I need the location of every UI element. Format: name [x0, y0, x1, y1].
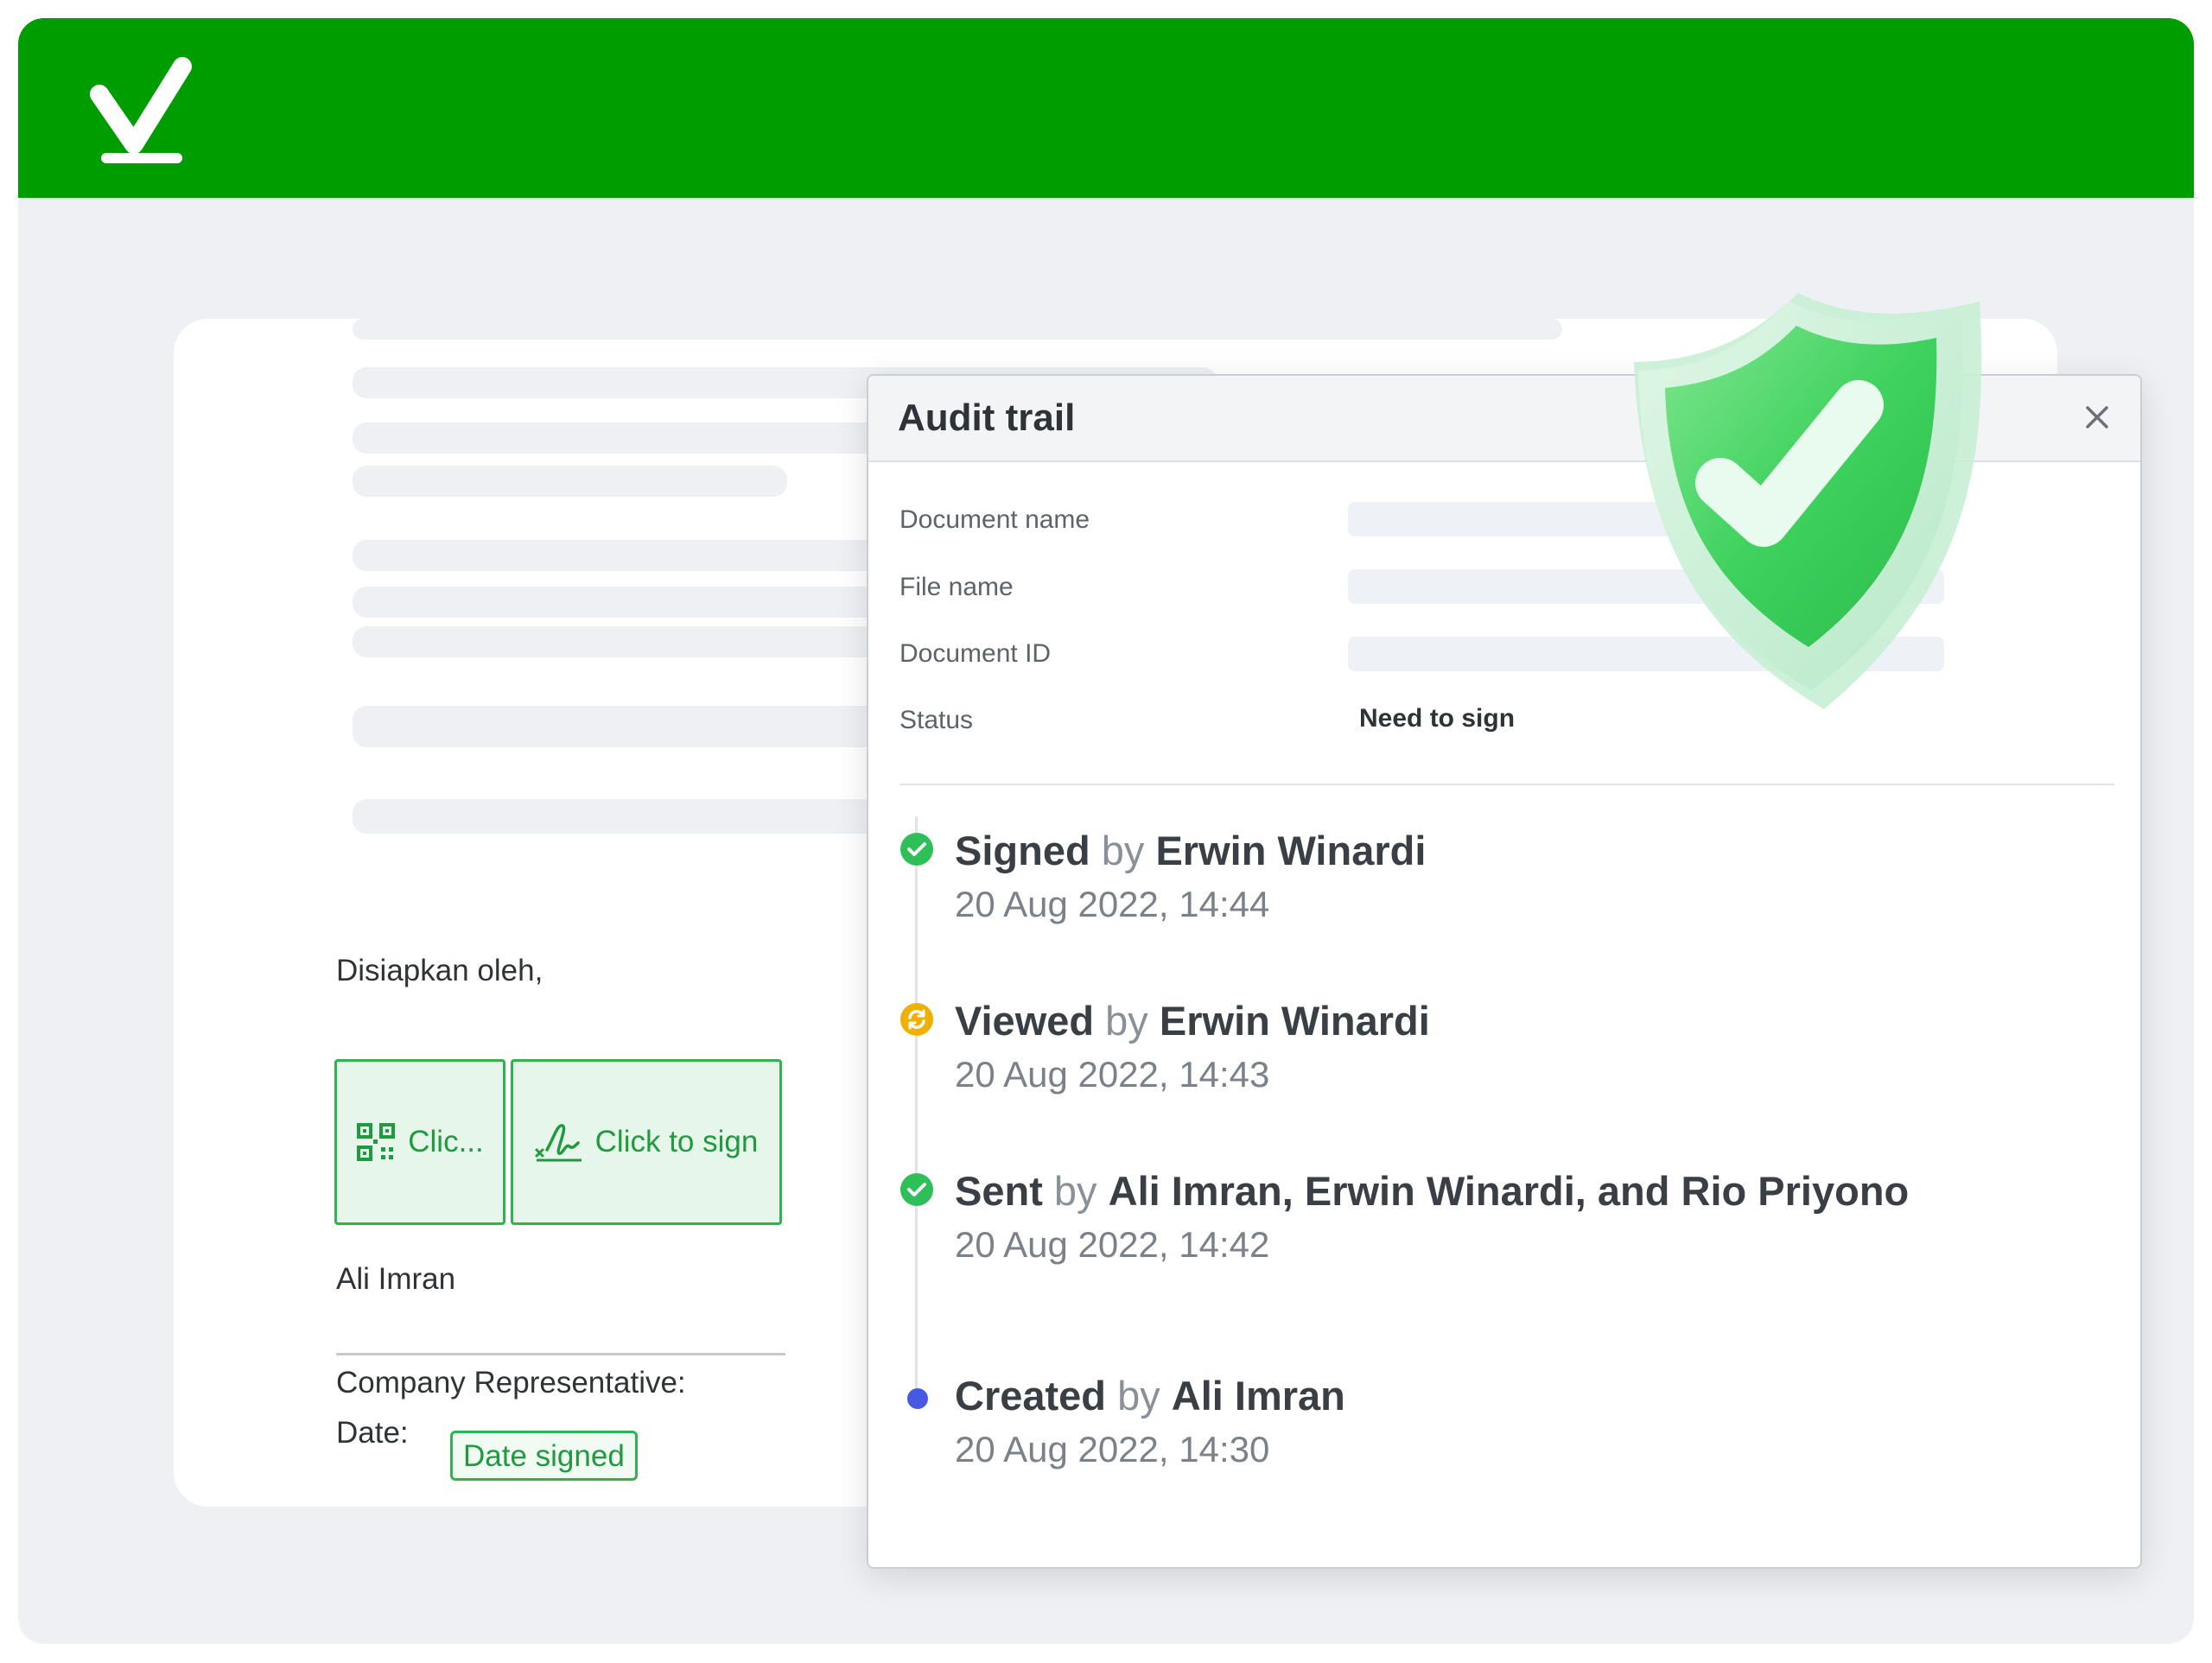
- file-name-label: File name: [899, 573, 1014, 601]
- event-time: 20 Aug 2022, 14:43: [955, 1054, 1270, 1095]
- event-action: Created: [955, 1373, 1107, 1419]
- event-actor: Ali Imran: [1171, 1373, 1345, 1419]
- event-time: 20 Aug 2022, 14:44: [955, 884, 1270, 924]
- click-to-sign-button[interactable]: Click to sign: [511, 1059, 782, 1225]
- modal-title: Audit trail: [898, 397, 1076, 439]
- event-by: by: [1117, 1373, 1160, 1419]
- signer-name: Ali Imran: [336, 1262, 456, 1296]
- event-viewed-title: Viewed by Erwin Winardi: [955, 997, 1430, 1044]
- timeline-line: [915, 816, 918, 1395]
- dot-icon: [907, 1388, 928, 1409]
- document-id-label: Document ID: [899, 639, 1052, 668]
- checkmark-logo-icon: [90, 57, 192, 163]
- event-action: Signed: [955, 828, 1090, 873]
- status-value: Need to sign: [1359, 704, 1516, 733]
- refresh-circle-icon: [900, 1003, 933, 1036]
- shield-check-icon: [1634, 293, 1982, 709]
- date-label: Date:: [336, 1416, 409, 1450]
- event-by: by: [1101, 828, 1145, 873]
- event-time: 20 Aug 2022, 14:30: [955, 1429, 1270, 1469]
- event-time: 20 Aug 2022, 14:42: [955, 1224, 1270, 1265]
- qr-sign-label: Clic...: [408, 1125, 484, 1158]
- event-actor: Ali Imran, Erwin Winardi, and Rio Priyon…: [1108, 1168, 1910, 1214]
- event-by: by: [1053, 1168, 1097, 1214]
- click-to-sign-label: Click to sign: [594, 1125, 759, 1158]
- event-action: Viewed: [955, 998, 1095, 1044]
- qr-code-icon: [357, 1123, 396, 1161]
- document-name-label: Document name: [899, 505, 1090, 534]
- close-icon[interactable]: [2082, 402, 2113, 433]
- check-circle-icon: [900, 1173, 933, 1206]
- event-actor: Erwin Winardi: [1155, 828, 1427, 873]
- event-sent-title: Sent by Ali Imran, Erwin Winardi, and Ri…: [955, 1167, 1909, 1215]
- prepared-by-label: Disiapkan oleh,: [336, 954, 543, 987]
- text-placeholder: [353, 466, 787, 497]
- qr-sign-field[interactable]: Clic...: [334, 1059, 505, 1225]
- event-by: by: [1105, 998, 1148, 1044]
- signature-line: [336, 1353, 785, 1355]
- status-label: Status: [899, 706, 974, 734]
- signature-icon: [535, 1124, 582, 1162]
- event-action: Sent: [955, 1168, 1043, 1214]
- event-created-title: Created by Ali Imran: [955, 1372, 1345, 1419]
- event-signed-title: Signed by Erwin Winardi: [955, 827, 1426, 874]
- representative-label: Company Representative:: [336, 1366, 686, 1400]
- check-circle-icon: [900, 833, 933, 866]
- date-signed-field[interactable]: Date signed: [450, 1431, 638, 1481]
- divider: [899, 784, 2114, 785]
- top-bar: [18, 18, 2194, 198]
- text-placeholder: [353, 319, 1562, 340]
- app-frame: Disiapkan oleh, Clic... Click to sign Al…: [18, 18, 2194, 1644]
- event-actor: Erwin Winardi: [1159, 998, 1430, 1044]
